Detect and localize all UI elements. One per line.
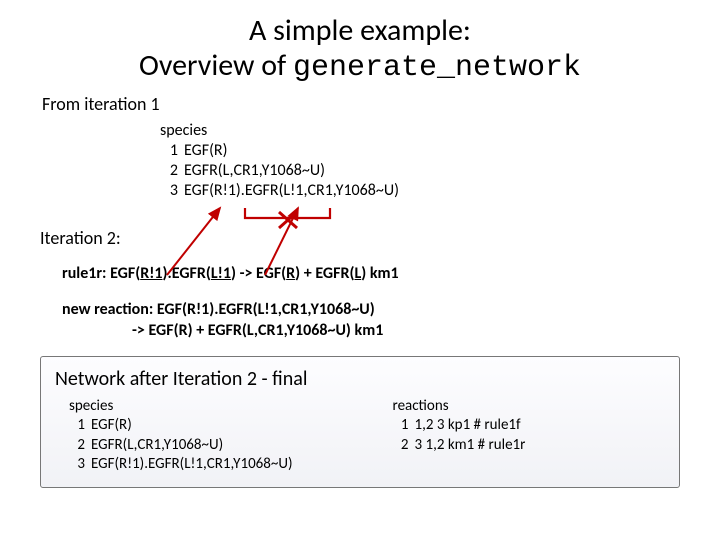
new-reaction-line2: -> EGF(R) + EGFR(L,CR1,Y1068~U) km1	[132, 320, 680, 342]
title-code: generate_network	[293, 51, 581, 85]
from-iteration-label: From iteration 1	[42, 93, 680, 115]
box-species-row: 2EGFR(L,CR1,Y1068~U)	[69, 436, 293, 456]
new-reaction: new reaction: EGF(R!1).EGFR(L!1,CR1,Y106…	[62, 299, 680, 342]
title-line2a: Overview of	[139, 47, 293, 84]
title-line1: A simple example:	[249, 12, 471, 49]
box-reaction-row: 23 1,2 km1 # rule1r	[393, 436, 526, 456]
box-title: Network after Iteration 2 - final	[55, 367, 665, 391]
box-species-col: species 1EGF(R) 2EGFR(L,CR1,Y1068~U) 3EG…	[69, 397, 293, 475]
species-row: 3EGF(R!1).EGFR(L!1,CR1,Y1068~U)	[160, 181, 680, 201]
rule-line: rule1r: EGF(R!1).EGFR(L!1) -> EGF(R) + E…	[62, 263, 680, 285]
species-row: 2EGFR(L,CR1,Y1068~U)	[160, 161, 680, 181]
box-species-row: 3EGF(R!1).EGFR(L!1,CR1,Y1068~U)	[69, 455, 293, 475]
slide-title: A simple example: Overview of generate_n…	[40, 14, 680, 85]
new-reaction-line1: new reaction: EGF(R!1).EGFR(L!1,CR1,Y106…	[62, 300, 375, 319]
box-reaction-row: 11,2 3 kp1 # rule1f	[393, 416, 526, 436]
iteration-2-label: Iteration 2:	[40, 227, 680, 249]
final-network-box: Network after Iteration 2 - final specie…	[40, 356, 680, 488]
species-row: 1EGF(R)	[160, 141, 680, 161]
box-species-row: 1EGF(R)	[69, 416, 293, 436]
species-block: species 1EGF(R) 2EGFR(L,CR1,Y1068~U) 3EG…	[160, 121, 680, 201]
box-reactions-col: reactions 11,2 3 kp1 # rule1f 23 1,2 km1…	[393, 397, 526, 475]
species-header: species	[160, 121, 680, 141]
